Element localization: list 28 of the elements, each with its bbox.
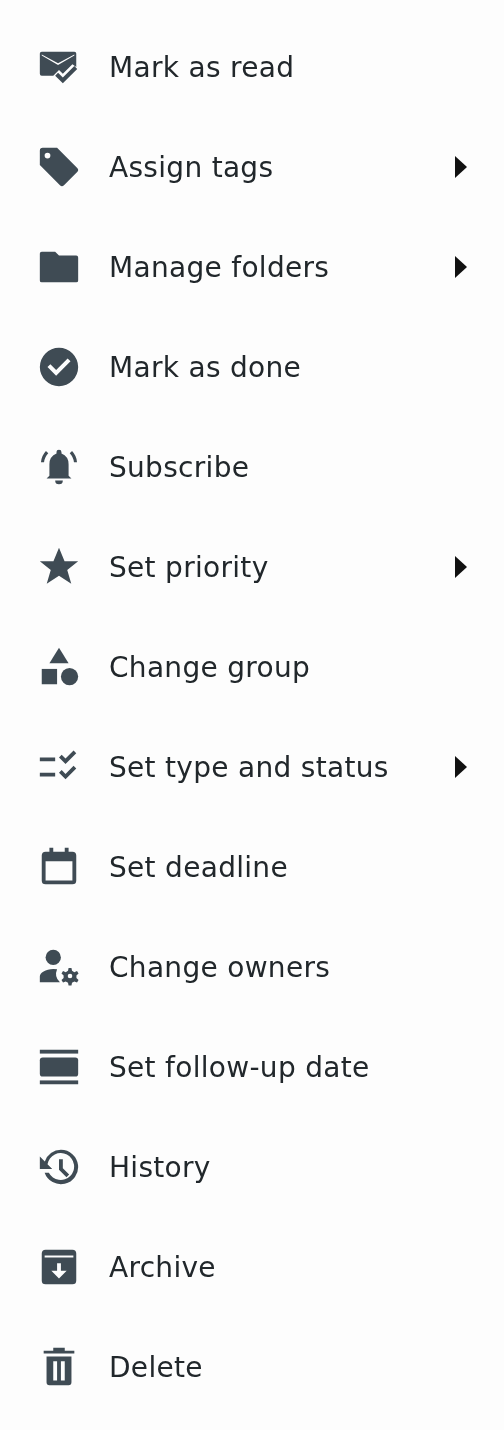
menu-item[interactable]: Set deadline	[0, 817, 504, 917]
menu-item[interactable]: Set follow-up date	[0, 1017, 504, 1117]
menu-item-label: Delete	[109, 1350, 204, 1384]
menu-item-label: Mark as done	[109, 350, 303, 384]
menu-item[interactable]: Change group	[0, 617, 504, 717]
menu-item[interactable]: History	[0, 1117, 504, 1217]
menu-item-label: Set type and status	[109, 750, 390, 784]
menu-item[interactable]: Subscribe	[0, 417, 504, 517]
menu-item[interactable]: Mark as read	[0, 17, 504, 117]
menu-item[interactable]: Archive	[0, 1217, 504, 1317]
menu-item[interactable]: Manage folders	[0, 217, 504, 317]
menu-item-label: Archive	[109, 1250, 217, 1284]
menu-item[interactable]: Set priority	[0, 517, 504, 617]
menu-item-label: History	[109, 1150, 212, 1184]
menu-item-label: Assign tags	[109, 150, 275, 184]
menu-item[interactable]: Set type and status	[0, 717, 504, 817]
menu-item-label: Change owners	[109, 950, 332, 984]
menu-item[interactable]: Mark as done	[0, 317, 504, 417]
menu-item-label: Mark as read	[109, 50, 296, 84]
menu-item[interactable]: Delete	[0, 1317, 504, 1417]
menu-item-label: Set priority	[109, 550, 270, 584]
menu-item[interactable]: Change owners	[0, 917, 504, 1017]
menu-item-label: Change group	[109, 650, 312, 684]
menu-item-label: Set deadline	[109, 850, 289, 884]
menu-item[interactable]: Assign tags	[0, 117, 504, 217]
menu-item-label: Manage folders	[109, 250, 331, 284]
menu-item-label: Set follow-up date	[109, 1050, 371, 1084]
menu-item-label: Subscribe	[109, 450, 251, 484]
